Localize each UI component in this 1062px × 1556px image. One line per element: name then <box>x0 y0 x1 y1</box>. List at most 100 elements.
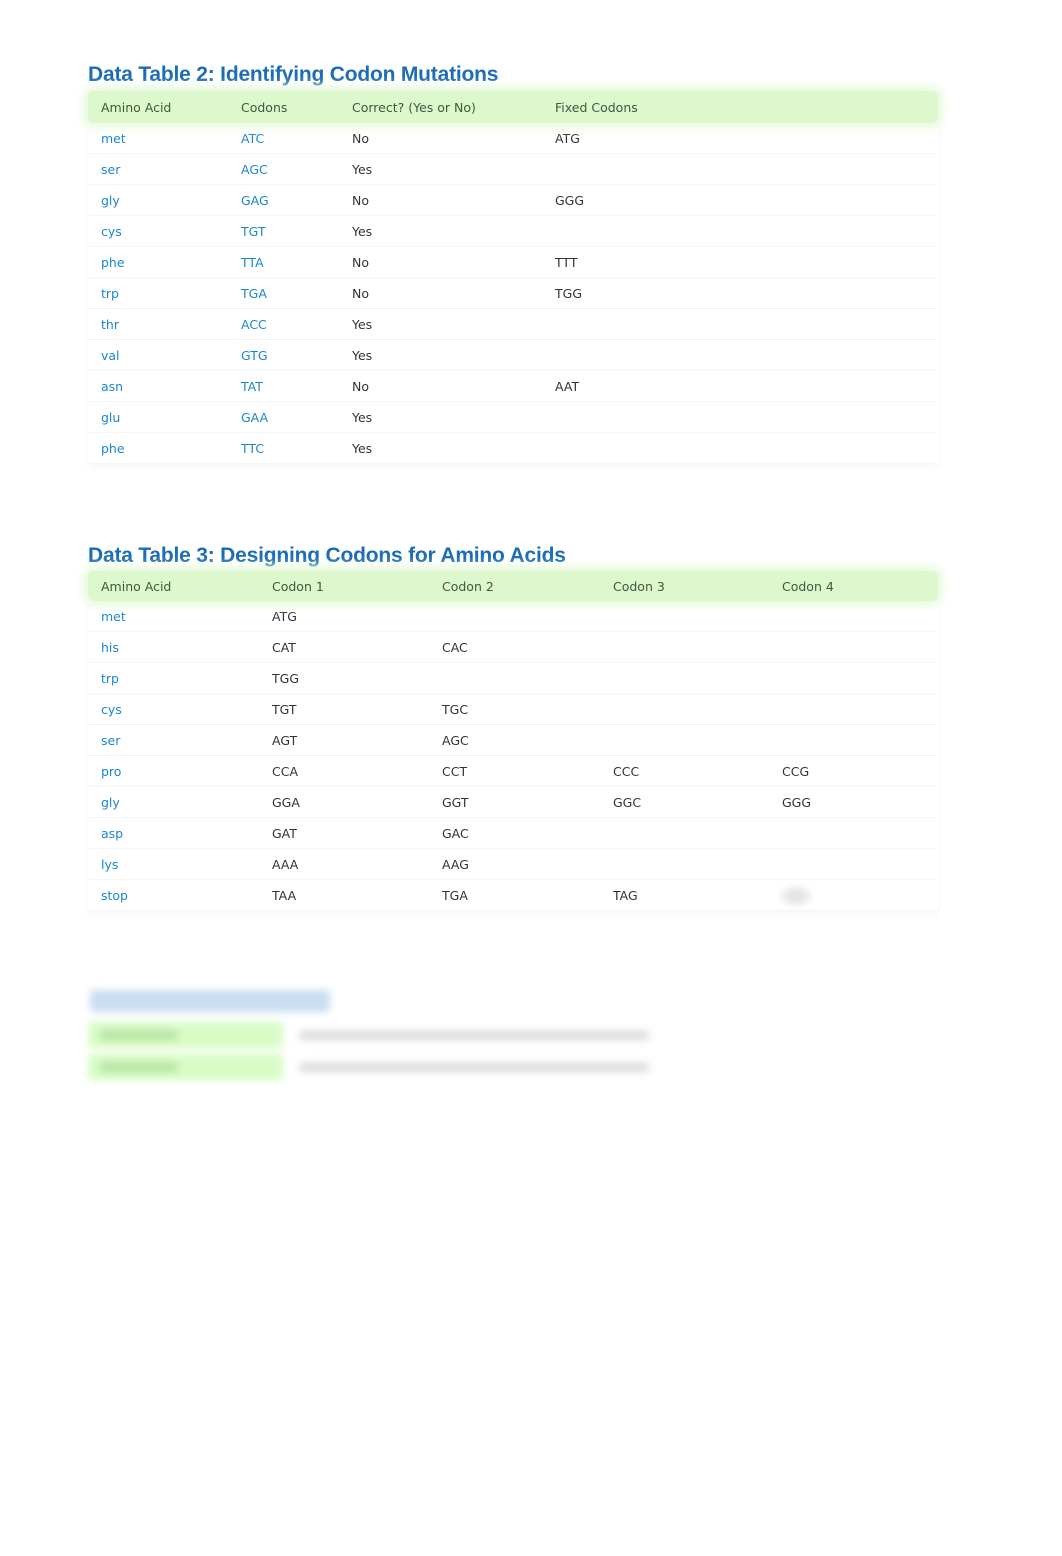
codon-4-cell: GGG <box>782 794 812 810</box>
codon-1-cell: CCA <box>272 763 299 779</box>
amino-acid-cell: pro <box>101 763 122 779</box>
amino-acid-cell: glu <box>101 409 121 425</box>
table-row: phe TTC Yes <box>88 433 938 464</box>
table-header-row: Amino Acid Codons Correct? (Yes or No) F… <box>88 91 938 123</box>
data-table-3: Amino Acid Codon 1 Codon 2 Codon 3 Codon… <box>88 571 938 911</box>
amino-acid-cell: val <box>101 347 120 363</box>
amino-acid-cell: gly <box>101 794 120 810</box>
amino-acid-cell: ser <box>101 732 121 748</box>
codon-cell: GTG <box>241 347 268 363</box>
table-row: pro CCA CCT CCC CCG <box>88 756 938 787</box>
codon-cell: TGA <box>241 285 267 301</box>
blurred-label-cell <box>88 1022 283 1048</box>
correct-cell: Yes <box>352 409 373 425</box>
blurred-smudge <box>782 888 810 904</box>
blurred-table <box>88 1022 940 1080</box>
table-row: thr ACC Yes <box>88 309 938 340</box>
correct-cell: Yes <box>352 347 373 363</box>
header-codon-2: Codon 2 <box>442 578 494 594</box>
header-codon-4: Codon 4 <box>782 578 834 594</box>
correct-cell: No <box>352 130 369 146</box>
amino-acid-cell: trp <box>101 285 119 301</box>
codon-2-cell: TGA <box>442 887 468 903</box>
codon-1-cell: GGA <box>272 794 300 810</box>
amino-acid-cell: asn <box>101 378 124 394</box>
table-row: met ATC No ATG <box>88 123 938 154</box>
data-table-3-title: Data Table 3: Designing Codons for Amino… <box>88 544 566 567</box>
blurred-data-table-section <box>88 990 940 1090</box>
header-amino-acid: Amino Acid <box>101 578 172 594</box>
correct-cell: Yes <box>352 223 373 239</box>
codon-1-cell: TAA <box>272 887 297 903</box>
codon-cell: TAT <box>241 378 263 394</box>
fixed-codon-cell: ATG <box>555 130 580 146</box>
amino-acid-cell: his <box>101 639 119 655</box>
amino-acid-cell: cys <box>101 223 122 239</box>
blurred-value-cell <box>283 1054 940 1080</box>
table-row: stop TAA TGA TAG <box>88 880 938 911</box>
codon-2-cell: CCT <box>442 763 468 779</box>
fixed-codon-cell: TTT <box>555 254 578 270</box>
correct-cell: No <box>352 285 369 301</box>
table-row: ser AGC Yes <box>88 154 938 185</box>
table-row: phe TTA No TTT <box>88 247 938 278</box>
table-row: cys TGT TGC <box>88 694 938 725</box>
table-row: trp TGG <box>88 663 938 694</box>
table-row: ser AGT AGC <box>88 725 938 756</box>
codon-1-cell: TGT <box>272 701 297 717</box>
data-table-3-section: Data Table 3: Designing Codons for Amino… <box>88 541 940 911</box>
data-table-2: Amino Acid Codons Correct? (Yes or No) F… <box>88 91 938 464</box>
blurred-value-cell <box>283 1022 940 1048</box>
amino-acid-cell: ser <box>101 161 121 177</box>
codon-1-cell: AGT <box>272 732 298 748</box>
codon-2-cell: AGC <box>442 732 469 748</box>
amino-acid-cell: lys <box>101 856 119 872</box>
codon-cell: ATC <box>241 130 265 146</box>
codon-cell: GAA <box>241 409 269 425</box>
correct-cell: No <box>352 192 369 208</box>
codon-2-cell: AAG <box>442 856 469 872</box>
amino-acid-cell: asp <box>101 825 124 841</box>
codon-1-cell: GAT <box>272 825 297 841</box>
table-row: gly GGA GGT GGC GGG <box>88 787 938 818</box>
blurred-row <box>88 1054 940 1080</box>
codon-cell: TTC <box>241 440 265 456</box>
amino-acid-cell: met <box>101 608 126 624</box>
amino-acid-cell: phe <box>101 254 125 270</box>
codon-1-cell: CAT <box>272 639 296 655</box>
fixed-codon-cell: AAT <box>555 378 580 394</box>
table-row: glu GAA Yes <box>88 402 938 433</box>
table-row: val GTG Yes <box>88 340 938 371</box>
codon-2-cell: CAC <box>442 639 468 655</box>
codon-1-cell: AAA <box>272 856 299 872</box>
table-row: lys AAA AAG <box>88 849 938 880</box>
header-correct: Correct? (Yes or No) <box>352 99 476 115</box>
amino-acid-cell: gly <box>101 192 120 208</box>
correct-cell: No <box>352 254 369 270</box>
codon-cell: GAG <box>241 192 269 208</box>
amino-acid-cell: met <box>101 130 126 146</box>
amino-acid-cell: stop <box>101 887 128 903</box>
codon-3-cell: TAG <box>613 887 638 903</box>
codon-2-cell: TGC <box>442 701 469 717</box>
codon-3-cell: CCC <box>613 763 640 779</box>
amino-acid-cell: phe <box>101 440 125 456</box>
correct-cell: Yes <box>352 161 373 177</box>
blurred-title <box>90 990 330 1012</box>
header-codon-1: Codon 1 <box>272 578 324 594</box>
table-row: trp TGA No TGG <box>88 278 938 309</box>
blurred-label-cell <box>88 1054 283 1080</box>
amino-acid-cell: trp <box>101 670 119 686</box>
codon-cell: AGC <box>241 161 268 177</box>
table-row: met ATG <box>88 601 938 632</box>
table-row: his CAT CAC <box>88 632 938 663</box>
header-fixed-codons: Fixed Codons <box>555 99 638 115</box>
codon-4-cell: CCG <box>782 763 810 779</box>
table-row: asn TAT No AAT <box>88 371 938 402</box>
correct-cell: Yes <box>352 316 373 332</box>
codon-cell: TGT <box>241 223 266 239</box>
data-table-2-title: Data Table 2: Identifying Codon Mutation… <box>88 63 499 86</box>
table-body: met ATG his CAT CAC trp TGG cys TGT TGC ser AGT AGC p… <box>88 601 938 911</box>
amino-acid-cell: thr <box>101 316 119 332</box>
codon-cell: ACC <box>241 316 267 332</box>
